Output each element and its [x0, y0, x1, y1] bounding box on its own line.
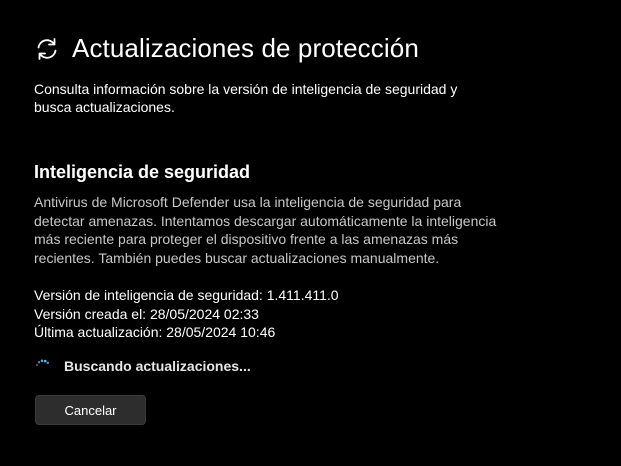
version-created-date: Versión creada el: 28/05/2024 02:33 [34, 305, 259, 322]
page-intro-text: Consulta información sobre la versión de… [34, 81, 458, 115]
loading-spinner-icon [34, 357, 52, 375]
section-title: Inteligencia de seguridad [34, 162, 251, 182]
page-title: Actualizaciones de protección [72, 33, 419, 63]
section-description: Antivirus de Microsoft Defender usa la i… [34, 194, 497, 266]
security-intelligence-version: Versión de inteligencia de seguridad: 1.… [34, 287, 339, 303]
cancel-button[interactable]: Cancelar [35, 395, 146, 425]
update-status: Buscando actualizaciones... [34, 357, 251, 375]
last-update-date: Última actualización: 28/05/2024 10:46 [34, 324, 276, 340]
page-header: Actualizaciones de protección [34, 33, 419, 64]
version-info: Versión de inteligencia de seguridad: 1.… [34, 286, 339, 342]
status-label: Buscando actualizaciones... [64, 358, 251, 374]
refresh-icon [34, 36, 60, 62]
